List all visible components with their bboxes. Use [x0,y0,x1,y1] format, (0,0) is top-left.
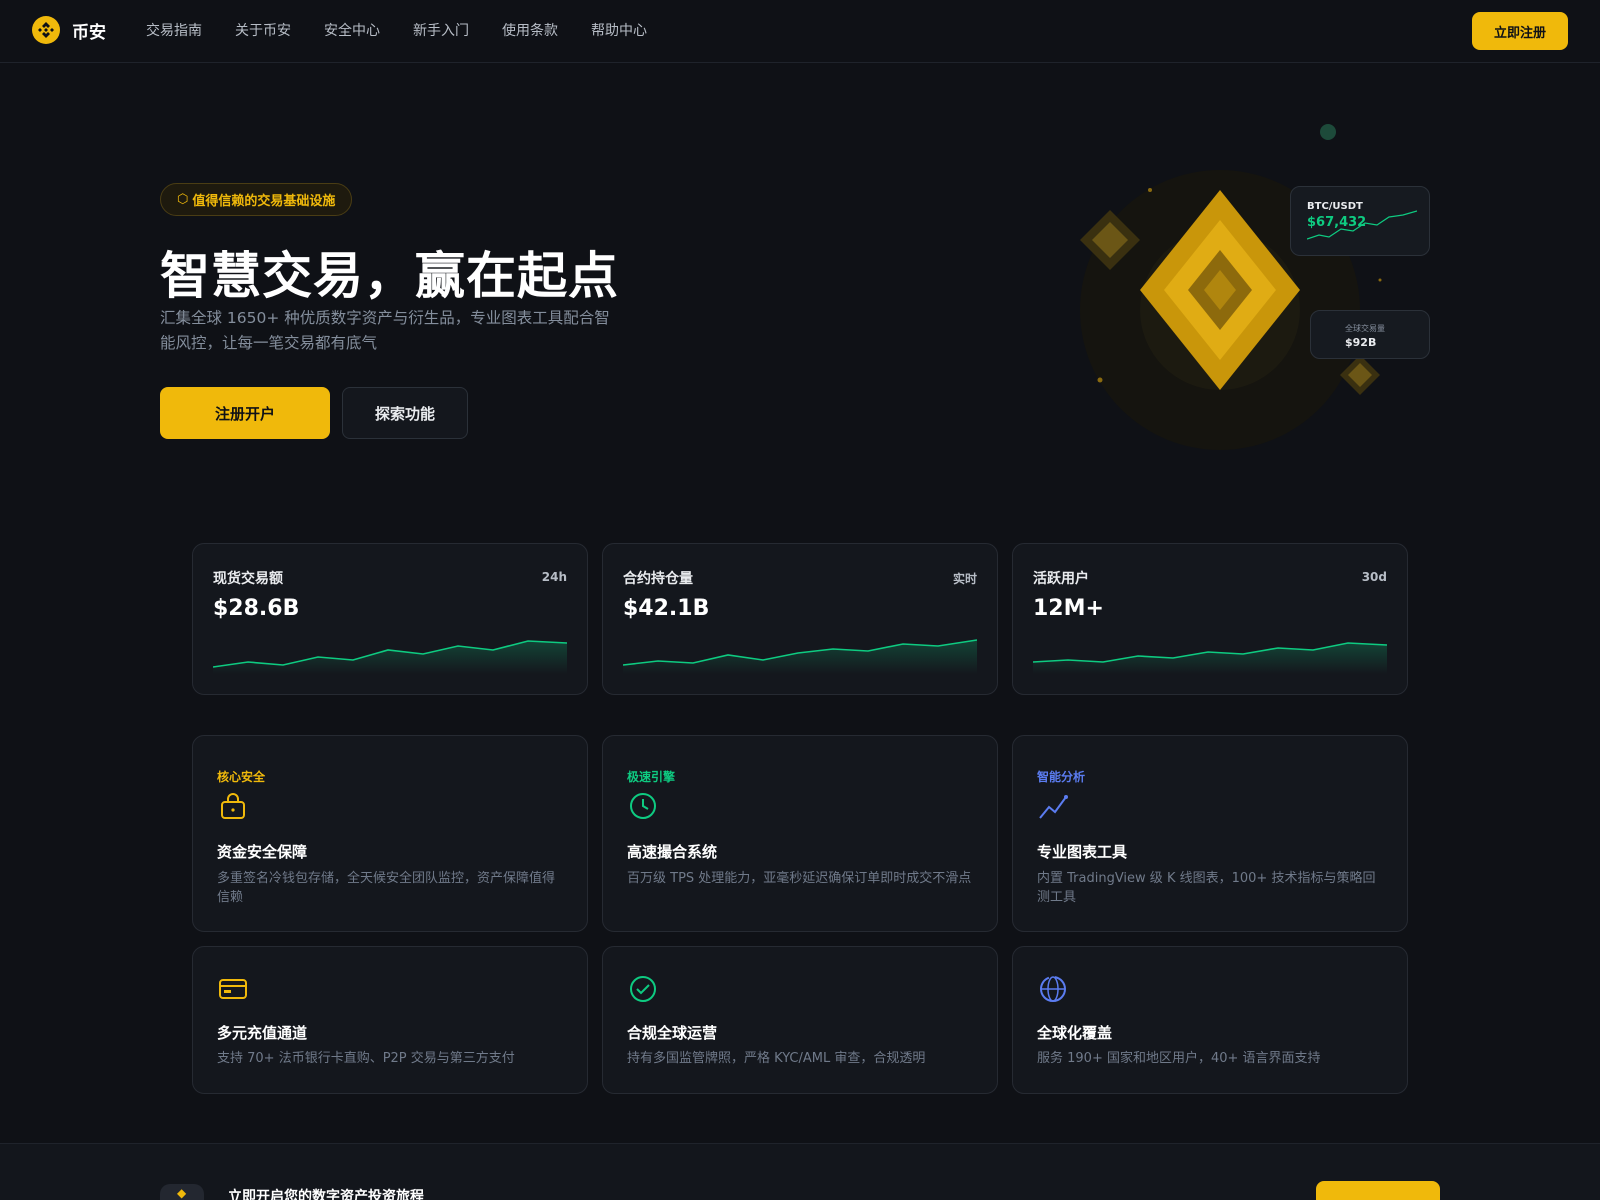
feature-card-security: 核心安全 资金安全保障 多重签名冷钱包存储，全天候安全团队监控，资产保障值得信赖 [192,735,588,932]
top-nav: 币安 交易指南 关于币安 安全中心 新手入门 使用条款 帮助中心 立即注册 [0,0,1600,63]
feature-desc: 持有多国监管牌照，严格 KYC/AML 审查，合规透明 [627,1051,926,1066]
feature-card-charts: 智能分析 专业图表工具 内置 TradingView 级 K 线图表，100+ … [1012,735,1408,932]
feature-card-compliance: 合规全球运营 持有多国监管牌照，严格 KYC/AML 审查，合规透明 [602,946,998,1094]
nav-link-about[interactable]: 关于币安 [235,20,291,40]
nav-link-beginner[interactable]: 新手入门 [413,20,469,40]
feature-card-engine: 极速引擎 高速撮合系统 百万级 TPS 处理能力，亚毫秒延迟确保订单即时成交不滑… [602,735,998,932]
clock-icon [627,790,659,826]
feature-desc: 内置 TradingView 级 K 线图表，100+ 技术指标与策略回测工具 [1037,871,1376,905]
register-now-button[interactable]: 立即注册 [1472,12,1568,50]
hexagon-icon: ⬡ [177,192,189,207]
stat-sparkline [213,640,567,674]
stat-period: 30d [1361,570,1387,584]
volume-card-value: $92B [1345,336,1377,349]
nav-link-guide[interactable]: 交易指南 [146,20,202,40]
stat-period: 24h [541,570,567,584]
stat-value: $42.1B [623,596,710,621]
brand-name: 币安 [72,22,106,43]
feature-title: 多元充值通道 [217,1024,308,1042]
stat-label: 现货交易额 [213,571,283,587]
feature-title: 资金安全保障 [217,843,308,861]
brand[interactable]: 币安 [32,16,106,44]
stat-label: 合约持仓量 [623,571,693,587]
stat-sparkline [1033,642,1387,674]
diamond-logo-icon [1080,124,1382,450]
stat-card-users: 活跃用户 30d 12M+ [1012,543,1408,695]
feature-desc: 支持 70+ 法币银行卡直购、P2P 交易与第三方支付 [217,1051,515,1066]
feature-tag: 核心安全 [217,770,266,784]
cta-diamond-icon: ◆ [160,1184,204,1200]
nav-link-help[interactable]: 帮助中心 [591,20,647,40]
stat-card-spot: 现货交易额 24h $28.6B [192,543,588,695]
explore-features-button[interactable]: 探索功能 [342,387,468,439]
cta-band: ◆ 立即开启您的数字资产投资旅程 [0,1143,1600,1200]
globe-icon [1037,973,1069,1009]
card-icon [217,973,249,1009]
nav-link-security[interactable]: 安全中心 [324,20,380,40]
stat-value: $28.6B [213,596,300,621]
stat-value: 12M+ [1033,596,1104,621]
feature-tag: 极速引擎 [627,770,676,784]
feature-title: 全球化覆盖 [1037,1024,1113,1042]
stat-sparkline [623,639,977,674]
feature-title: 专业图表工具 [1037,843,1128,861]
btc-price-card: BTC/USDT $67,432 [1290,186,1430,256]
stat-card-futures: 合约持仓量 实时 $42.1B [602,543,998,695]
feature-card-global: 全球化覆盖 服务 190+ 国家和地区用户，40+ 语言界面支持 [1012,946,1408,1094]
volume-card: 全球交易量 $92B [1310,310,1430,359]
hero-subtitle: 汇集全球 1650+ 种优质数字资产与衍生品，专业图表工具配合智能风控，让每一笔… [160,309,610,352]
volume-card-label: 全球交易量 [1345,324,1385,333]
lock-icon [217,790,249,826]
hero-badge: ⬡ 值得信赖的交易基础设施 [160,183,353,216]
stat-label: 活跃用户 [1033,571,1089,587]
stat-period: 实时 [952,572,977,586]
feature-card-deposit: 多元充值通道 支持 70+ 法币银行卡直购、P2P 交易与第三方支付 [192,946,588,1094]
trend-chart-icon [1037,790,1069,826]
feature-tag: 智能分析 [1037,770,1086,784]
cta-button[interactable] [1316,1181,1440,1200]
hero-badge-text: 值得信赖的交易基础设施 [192,194,336,209]
check-circle-icon [627,973,659,1009]
hero-illustration: BTC/USDT $67,432 全球交易量 $92B [1040,120,1440,460]
cta-text: 立即开启您的数字资产投资旅程 [228,1189,424,1200]
price-sparkline [1307,210,1417,240]
feature-desc: 百万级 TPS 处理能力，亚毫秒延迟确保订单即时成交不滑点 [627,871,972,886]
feature-title: 高速撮合系统 [627,843,718,861]
nav-link-terms[interactable]: 使用条款 [502,20,558,40]
brand-logo-icon [32,16,60,44]
feature-desc: 服务 190+ 国家和地区用户，40+ 语言界面支持 [1037,1051,1321,1066]
feature-title: 合规全球运营 [627,1024,718,1042]
hero-title: 智慧交易，赢在起点 [160,247,619,305]
nav-links: 交易指南 关于币安 安全中心 新手入门 使用条款 帮助中心 [146,20,680,40]
open-account-button[interactable]: 注册开户 [160,387,330,439]
feature-desc: 多重签名冷钱包存储，全天候安全团队监控，资产保障值得信赖 [217,871,556,905]
